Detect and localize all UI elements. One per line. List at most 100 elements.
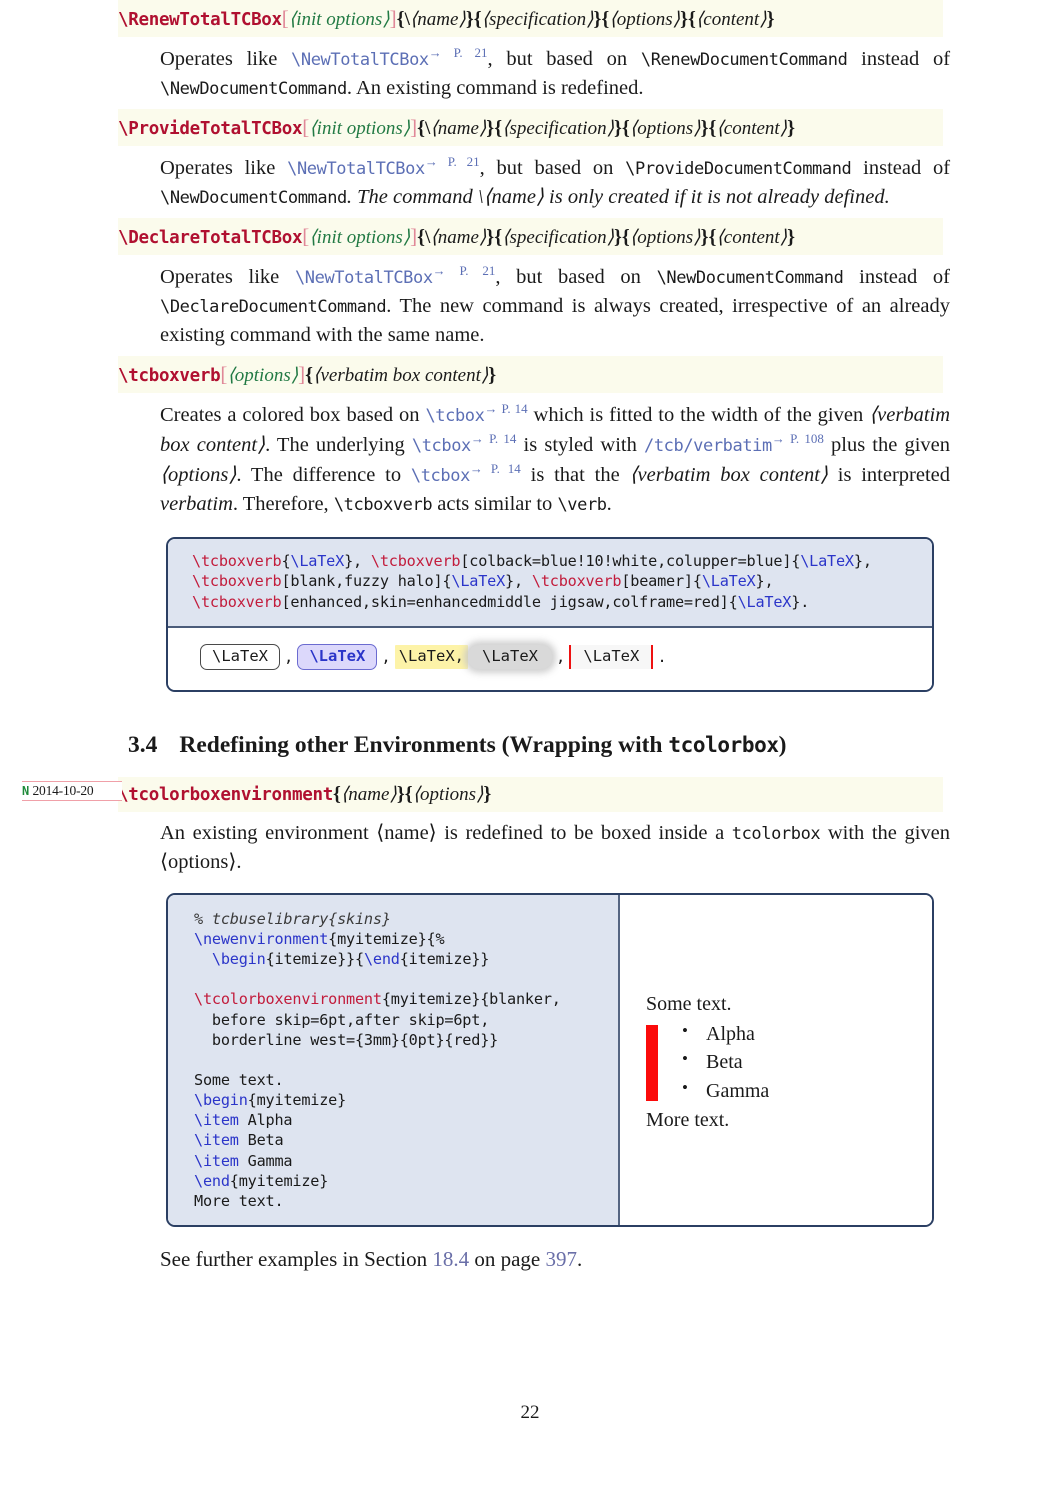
- cross-reference-link[interactable]: \NewTotalTCBox: [287, 159, 425, 179]
- verbatim-emphasis: verbatim: [160, 493, 233, 516]
- brace-close: }: [465, 8, 474, 30]
- example-box-tcboxverb: \tcboxverb{\LaTeX}, \tcboxverb[colback=b…: [166, 537, 934, 692]
- section-title-after: ): [778, 731, 787, 758]
- cross-reference-link[interactable]: \NewTotalTCBox: [295, 268, 433, 288]
- example-code-listing: \tcboxverb{\LaTeX}, \tcboxverb[colback=b…: [168, 539, 932, 626]
- cross-reference-link[interactable]: \tcbox: [425, 406, 484, 426]
- verbatim-key-link[interactable]: /tcb/verbatim: [644, 436, 772, 456]
- code-token: },: [344, 552, 371, 571]
- brace-open: {: [494, 226, 503, 249]
- document-page: \RenewTotalTCBox[⟨init options⟩]{\⟨name⟩…: [0, 0, 1060, 1500]
- cross-reference-link[interactable]: \NewTotalTCBox: [291, 50, 429, 70]
- example-box-divider: [618, 894, 620, 1225]
- page-reference[interactable]: → P. 21: [433, 263, 496, 278]
- code-token: {myitemize}{blanker,: [381, 990, 561, 1009]
- command-name: \DeclareTotalTCBox: [118, 228, 303, 249]
- list-item: Gamma: [682, 1077, 916, 1104]
- cross-reference-link[interactable]: \tcbox: [412, 436, 471, 456]
- code-token: \end: [363, 950, 400, 969]
- section-link[interactable]: 18.4: [432, 1247, 469, 1271]
- code-token: \tcboxverb: [370, 552, 461, 571]
- borderline-west-marker: [646, 1024, 658, 1101]
- result-chip-jigsaw: \LaTeX: [569, 644, 654, 669]
- code-token: [beamer]{: [621, 572, 702, 591]
- brace-close: }: [787, 226, 795, 249]
- mandatory-argument-name: ⟨name⟩: [409, 9, 466, 30]
- command-name: \ProvideTotalTCBox: [118, 119, 303, 140]
- code-token: More text.: [194, 1191, 284, 1210]
- brace-open: {: [404, 782, 413, 805]
- page-reference[interactable]: → P. 14: [470, 461, 521, 476]
- output-before-text: Some text.: [646, 992, 732, 1015]
- command-signature-providetotaltcbox: \ProvideTotalTCBox[⟨init options⟩]{\⟨nam…: [118, 109, 943, 147]
- page-reference[interactable]: → P. 21: [429, 45, 488, 60]
- bracket-open: [: [281, 6, 289, 30]
- brace-open: {: [305, 364, 314, 387]
- command-description-renewtotaltcbox: Operates like \NewTotalTCBox→ P. 21, but…: [160, 45, 951, 99]
- optional-argument: ⟨init options⟩: [309, 227, 411, 249]
- code-token: \tcboxverb: [192, 592, 282, 611]
- list-item: Alpha: [682, 1020, 916, 1047]
- optional-argument: ⟨init options⟩: [288, 9, 390, 30]
- page-reference[interactable]: → P. 108: [772, 431, 824, 446]
- mandatory-argument-verbatim-box-content: ⟨verbatim box content⟩: [313, 365, 489, 387]
- code-token: Beta: [238, 1131, 284, 1150]
- mandatory-argument-content: ⟨content⟩: [695, 9, 767, 30]
- code-token: \item: [194, 1131, 239, 1150]
- command-signature-renewtotaltcbox: \RenewTotalTCBox[⟨init options⟩]{\⟨name⟩…: [118, 0, 943, 37]
- note-after: .: [577, 1246, 583, 1271]
- brace-open: {: [473, 8, 482, 30]
- chip-separator: .: [657, 647, 667, 666]
- result-chip-yellow: \LaTeX,: [394, 644, 469, 669]
- example-split-container: % tcbuselibrary{skins} \newenvironment{m…: [168, 894, 932, 1225]
- options-term: ⟨options⟩: [160, 463, 237, 486]
- command-signature-tcboxverb: \tcboxverb[⟨options⟩]{⟨verbatim box cont…: [118, 356, 943, 394]
- page-number: 22: [520, 1402, 540, 1423]
- example-box-divider: [168, 625, 932, 628]
- mandatory-argument-name: ⟨name⟩: [430, 227, 487, 249]
- basis-command: \RenewDocumentCommand: [640, 49, 848, 70]
- output-after-text: More text.: [646, 1109, 730, 1132]
- code-token: {myitemize}: [247, 1091, 347, 1110]
- list-item: Beta: [682, 1048, 916, 1075]
- section-title-code: tcolorbox: [668, 732, 779, 757]
- page-link[interactable]: 397: [546, 1247, 578, 1271]
- section-title-before: Redefining other Environments (Wrapping …: [179, 731, 669, 758]
- code-token: {myitemize}{%: [328, 930, 445, 948]
- brace-close: }: [486, 117, 495, 140]
- page-reference[interactable]: → P. 14: [484, 401, 527, 416]
- brace-close: }: [787, 117, 795, 140]
- brace-open: {: [621, 117, 630, 140]
- code-token: [enhanced,skin=enhancedmiddle jigsaw,col…: [281, 592, 738, 611]
- brace-close: }: [396, 782, 405, 805]
- brace-close: }: [766, 8, 775, 30]
- mandatory-argument-specification: ⟨specification⟩: [502, 118, 614, 140]
- desc-before: An existing environment ⟨name⟩ is redefi…: [160, 821, 732, 844]
- optional-argument: ⟨options⟩: [227, 365, 299, 387]
- code-token: borderline west={3mm}{0pt}{red}}: [194, 1030, 499, 1049]
- chip-separator: ,: [381, 647, 391, 666]
- brace-open: {: [396, 8, 405, 30]
- mandatory-argument-name: ⟨name⟩: [340, 783, 397, 805]
- cross-reference-link[interactable]: \tcbox: [411, 466, 470, 486]
- section-heading: 3.4 Redefining other Environments (Wrappi…: [128, 732, 1060, 759]
- optional-argument: ⟨init options⟩: [309, 118, 411, 140]
- mandatory-argument-content: ⟨content⟩: [716, 118, 788, 140]
- page-reference[interactable]: → P. 14: [471, 431, 517, 446]
- example-output: \LaTeX, \LaTeX, \LaTeX, \LaTeX, \LaTeX.: [168, 627, 932, 690]
- brace-open: {: [621, 226, 630, 249]
- brace-open: {: [332, 782, 341, 805]
- brace-close: }: [486, 226, 495, 249]
- code-token: \tcolorboxenvironment: [194, 990, 382, 1009]
- page-reference[interactable]: → P. 21: [425, 154, 480, 169]
- chip-separator: ,: [556, 647, 566, 666]
- basis-command: \NewDocumentCommand: [656, 267, 844, 288]
- command-signature-tcolorboxenvironment: \tcolorboxenvironment{⟨name⟩}{⟨options⟩}: [118, 776, 943, 812]
- code-token: [blank,fuzzy halo]{: [281, 572, 452, 591]
- mandatory-argument-specification: ⟨specification⟩: [481, 9, 594, 30]
- tcolorbox-mono: tcolorbox: [731, 823, 821, 844]
- code-token: \LaTeX: [701, 572, 756, 591]
- code-token: \begin: [211, 950, 266, 969]
- mandatory-argument-options: ⟨options⟩: [609, 9, 681, 30]
